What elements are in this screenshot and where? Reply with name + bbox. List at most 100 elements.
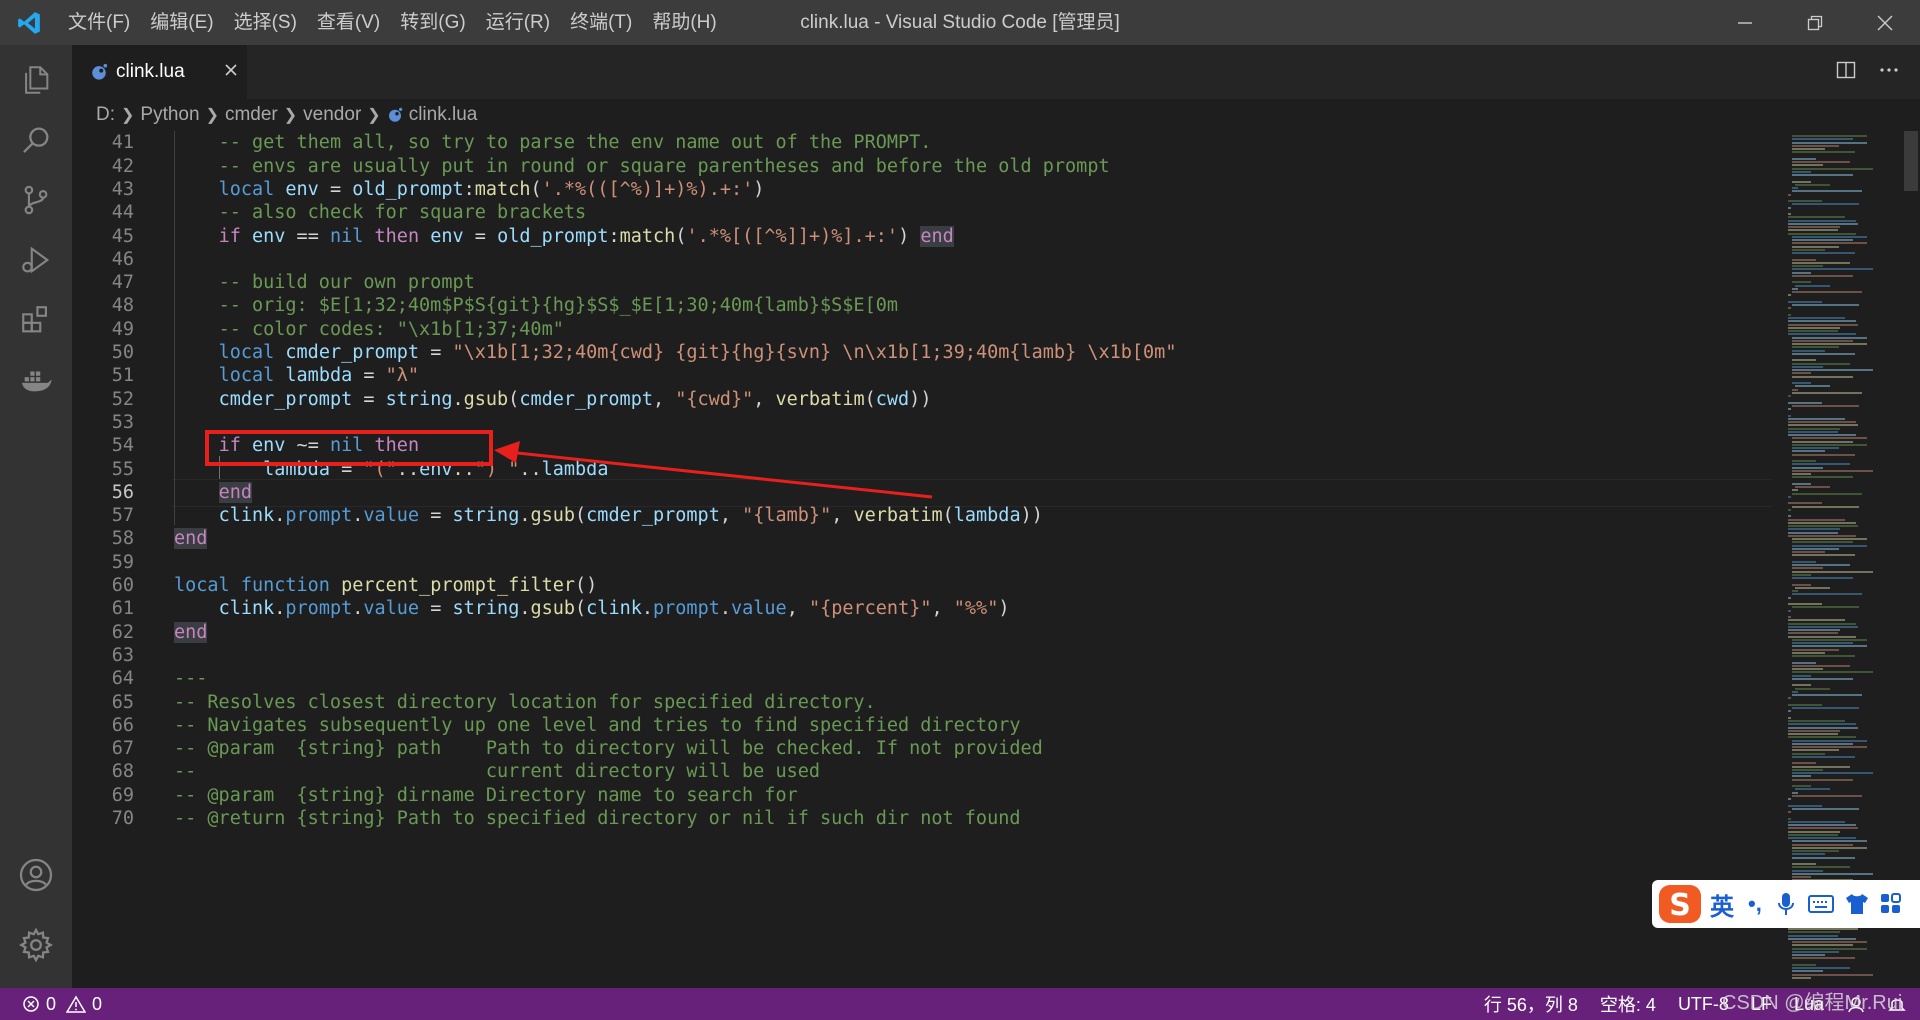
punctuation-icon[interactable]: •,: [1748, 891, 1762, 917]
indentation[interactable]: 空格: 4: [1600, 991, 1656, 1017]
minimap-line: [1788, 736, 1857, 739]
search-icon[interactable]: [0, 110, 72, 170]
minimap-line: [1791, 437, 1868, 440]
microphone-icon[interactable]: [1776, 891, 1796, 917]
minimap-line: [1791, 551, 1825, 553]
breadcrumb-vendor[interactable]: vendor: [303, 104, 361, 126]
minimap-line: [1788, 326, 1841, 329]
minimap-line: [1791, 690, 1798, 693]
run-debug-icon[interactable]: [0, 230, 72, 290]
menu-file[interactable]: 文件(F): [58, 0, 140, 45]
minimap-line: [1791, 245, 1840, 248]
minimize-button[interactable]: [1710, 0, 1780, 45]
restore-icon: [1807, 15, 1823, 30]
minimap-line: [1788, 837, 1857, 839]
breadcrumb-python[interactable]: Python: [140, 104, 199, 126]
toolbox-grid-icon[interactable]: [1880, 893, 1902, 915]
menu-terminal[interactable]: 终端(T): [560, 0, 642, 45]
minimap-line: [1788, 697, 1791, 700]
restore-button[interactable]: [1780, 0, 1850, 45]
minimap-line: [1791, 648, 1840, 651]
minimap[interactable]: [1782, 131, 1904, 988]
minimap-line: [1791, 544, 1868, 547]
explorer-icon[interactable]: [0, 50, 72, 110]
minimap-line: [1795, 687, 1831, 690]
docker-icon[interactable]: [0, 350, 72, 410]
sogou-logo-icon: S: [1658, 884, 1702, 929]
keyboard-icon[interactable]: [1807, 894, 1834, 914]
menu-go[interactable]: 转到(G): [390, 0, 475, 45]
extensions-icon[interactable]: [0, 290, 72, 350]
minimap-line: [1788, 200, 1823, 202]
minimap-line: [1791, 547, 1840, 550]
breadcrumb-cmder[interactable]: cmder: [225, 104, 278, 126]
minimap-line: [1788, 531, 1839, 534]
svg-text:S: S: [1669, 888, 1691, 923]
minimap-line: [1791, 248, 1825, 251]
minimap-line: [1788, 317, 1845, 319]
minimap-line: [1791, 976, 1812, 979]
minimap-line: [1791, 941, 1868, 943]
minimap-line: [1791, 876, 1812, 878]
scrollbar-thumb[interactable]: [1904, 131, 1918, 191]
minimap-line: [1791, 872, 1873, 875]
menu-selection[interactable]: 选择(S): [224, 0, 307, 45]
minimap-line: [1791, 339, 1853, 342]
close-window-button[interactable]: [1850, 0, 1920, 45]
skin-shirt-icon[interactable]: [1844, 892, 1870, 916]
minimap-line: [1788, 625, 1859, 628]
ime-language-label[interactable]: 英: [1710, 887, 1734, 922]
minimap-line: [1791, 668, 1824, 670]
minimap-line: [1788, 811, 1791, 813]
minimap-line: [1791, 346, 1840, 349]
minimap-line: [1791, 752, 1825, 755]
window-title: clink.lua - Visual Studio Code [管理员]: [800, 12, 1120, 33]
split-editor-icon[interactable]: [1836, 60, 1856, 85]
error-icon: [23, 996, 39, 1012]
minimap-line: [1788, 833, 1839, 836]
minimap-line: [1791, 469, 1873, 472]
settings-gear-icon[interactable]: [0, 915, 72, 975]
minimap-line: [1791, 794, 1862, 797]
lua-file-icon: [388, 107, 402, 122]
minimap-line: [1788, 619, 1845, 622]
source-control-icon[interactable]: [0, 170, 72, 230]
menu-help[interactable]: 帮助(H): [642, 0, 726, 45]
minimap-line: [1791, 684, 1812, 687]
minimap-line: [1791, 287, 1798, 290]
code-editor[interactable]: 40 -- set some variable. But the variabl…: [72, 131, 1772, 988]
breadcrumb-drive[interactable]: D:: [96, 104, 115, 126]
more-actions-icon[interactable]: [1878, 60, 1900, 85]
code-line[interactable]: 70 -- @return {string} Path to specified …: [72, 805, 1772, 833]
title-bar: 文件(F) 编辑(E) 选择(S) 查看(V) 转到(G) 运行(R) 终端(T…: [0, 0, 1920, 45]
minimap-line: [1788, 703, 1823, 706]
minimap-line: [1791, 170, 1812, 173]
minimap-line: [1788, 635, 1857, 638]
minimap-line: [1791, 638, 1868, 641]
minimap-line: [1791, 954, 1825, 956]
cursor-position[interactable]: 行 56，列 8: [1484, 991, 1578, 1017]
account-icon[interactable]: [0, 845, 72, 905]
vertical-scrollbar[interactable]: [1904, 131, 1920, 988]
minimap-line: [1791, 138, 1853, 141]
menu-edit[interactable]: 编辑(E): [140, 0, 223, 45]
menu-view[interactable]: 查看(V): [307, 0, 390, 45]
minimap-line: [1788, 213, 1791, 215]
tab-bar: clink.lua: [72, 45, 1920, 99]
minimap-line: [1791, 577, 1853, 579]
close-icon: [1877, 15, 1893, 30]
minimap-line: [1788, 313, 1791, 316]
minimap-line: [1788, 330, 1839, 332]
minimap-line: [1788, 521, 1857, 524]
problems-indicator[interactable]: 0 0: [22, 988, 102, 1020]
breadcrumb-file[interactable]: clink.lua: [387, 104, 477, 126]
minimap-line: [1791, 661, 1816, 664]
tab-clink-lua[interactable]: clink.lua: [72, 45, 247, 99]
minimap-line: [1791, 164, 1824, 167]
minimap-line: [1791, 973, 1873, 976]
minimap-line: [1791, 274, 1853, 277]
minimap-line: [1791, 235, 1868, 238]
minimap-line: [1791, 593, 1862, 596]
menu-run[interactable]: 运行(R): [476, 0, 560, 45]
close-tab-icon[interactable]: [220, 59, 242, 81]
